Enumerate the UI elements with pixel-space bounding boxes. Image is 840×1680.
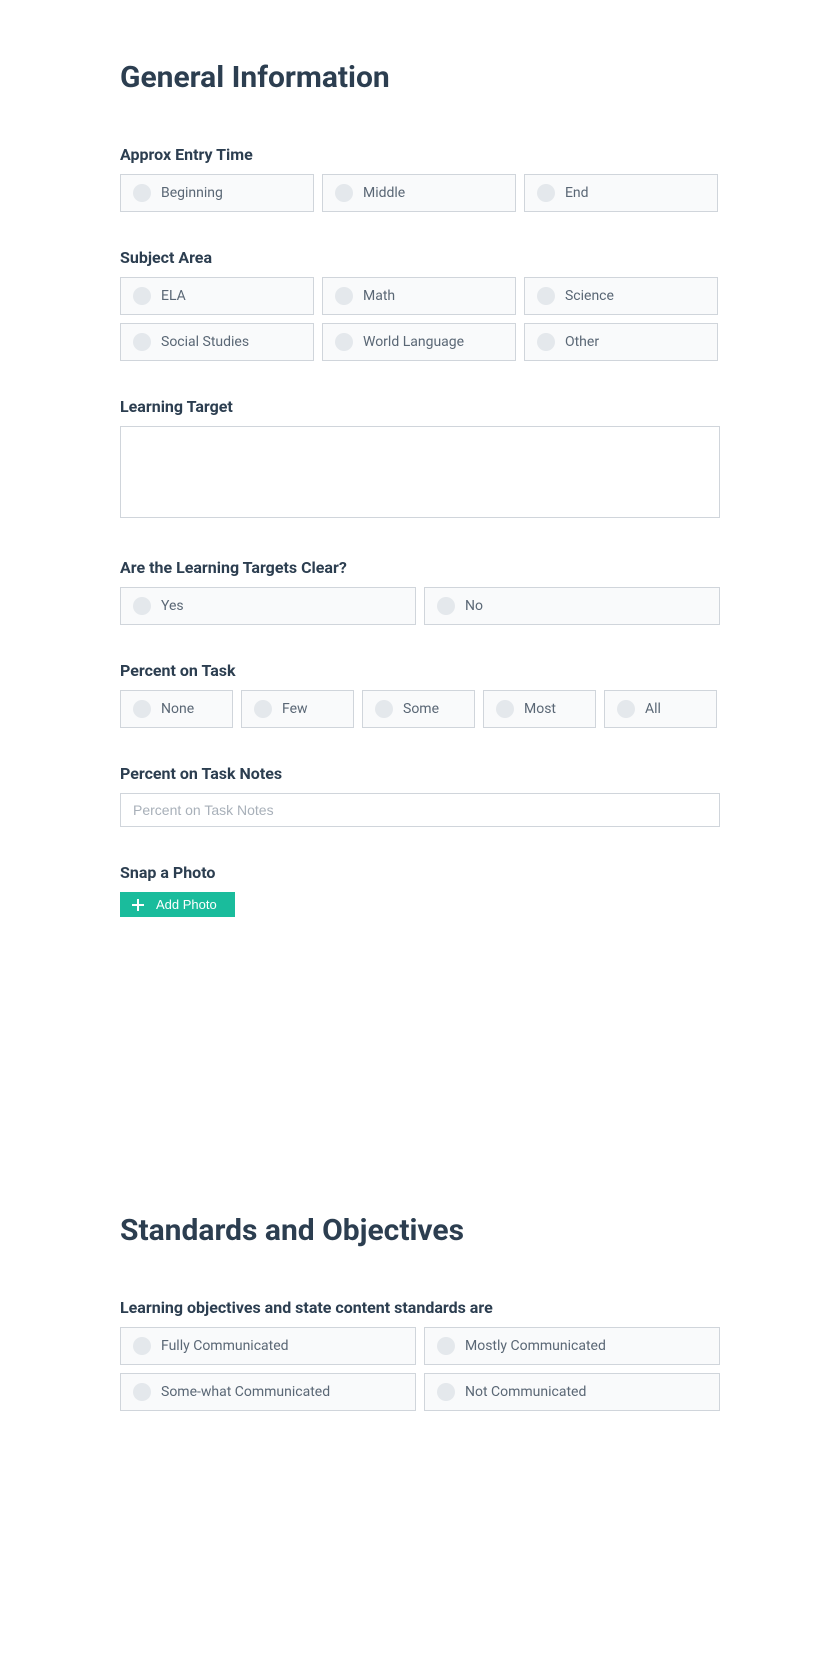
- radio-label: World Language: [363, 334, 464, 350]
- field-learning-objectives: Learning objectives and state content st…: [120, 1298, 720, 1411]
- radio-icon: [437, 1383, 455, 1401]
- radio-obj-fully[interactable]: Fully Communicated: [120, 1327, 416, 1365]
- label-entry-time: Approx Entry Time: [120, 145, 720, 164]
- section-title-standards: Standards and Objectives: [120, 1213, 720, 1248]
- radio-label: Other: [565, 334, 599, 350]
- radio-icon: [437, 597, 455, 615]
- label-percent-on-task: Percent on Task: [120, 661, 720, 680]
- radio-clear-no[interactable]: No: [424, 587, 720, 625]
- radio-icon: [133, 597, 151, 615]
- radio-icon: [335, 287, 353, 305]
- radio-task-some[interactable]: Some: [362, 690, 475, 728]
- radio-obj-somewhat[interactable]: Some-what Communicated: [120, 1373, 416, 1411]
- radio-label: Math: [363, 288, 395, 304]
- radio-icon: [496, 700, 514, 718]
- radio-icon: [133, 1383, 151, 1401]
- add-photo-label: Add Photo: [156, 897, 217, 912]
- label-learning-target: Learning Target: [120, 397, 720, 416]
- radio-label: All: [645, 701, 661, 717]
- radio-label: Not Communicated: [465, 1384, 586, 1400]
- radio-label: Few: [282, 701, 308, 717]
- percent-on-task-notes-input[interactable]: [120, 793, 720, 827]
- radio-subject-social-studies[interactable]: Social Studies: [120, 323, 314, 361]
- radio-label: Some-what Communicated: [161, 1384, 330, 1400]
- radio-icon: [133, 333, 151, 351]
- radio-icon: [537, 287, 555, 305]
- field-entry-time: Approx Entry Time Beginning Middle End: [120, 145, 720, 212]
- radio-label: Science: [565, 288, 614, 304]
- radio-icon: [437, 1337, 455, 1355]
- radio-entry-middle[interactable]: Middle: [322, 174, 516, 212]
- radio-task-few[interactable]: Few: [241, 690, 354, 728]
- label-percent-on-task-notes: Percent on Task Notes: [120, 764, 720, 783]
- radio-subject-other[interactable]: Other: [524, 323, 718, 361]
- radio-entry-end[interactable]: End: [524, 174, 718, 212]
- section-title-general: General Information: [120, 60, 720, 95]
- radio-label: Mostly Communicated: [465, 1338, 606, 1354]
- radio-icon: [133, 184, 151, 202]
- label-snap-photo: Snap a Photo: [120, 863, 720, 882]
- field-percent-on-task-notes: Percent on Task Notes: [120, 764, 720, 827]
- radio-subject-ela[interactable]: ELA: [120, 277, 314, 315]
- radio-icon: [133, 287, 151, 305]
- radio-label: Yes: [161, 598, 184, 614]
- radio-clear-yes[interactable]: Yes: [120, 587, 416, 625]
- radio-label: ELA: [161, 288, 186, 304]
- radio-subject-world-language[interactable]: World Language: [322, 323, 516, 361]
- radio-task-none[interactable]: None: [120, 690, 233, 728]
- radio-icon: [133, 1337, 151, 1355]
- radio-task-most[interactable]: Most: [483, 690, 596, 728]
- radio-label: Social Studies: [161, 334, 249, 350]
- radio-obj-mostly[interactable]: Mostly Communicated: [424, 1327, 720, 1365]
- radio-label: Beginning: [161, 185, 223, 201]
- radio-subject-math[interactable]: Math: [322, 277, 516, 315]
- field-targets-clear: Are the Learning Targets Clear? Yes No: [120, 558, 720, 625]
- radio-label: None: [161, 701, 194, 717]
- radio-obj-not[interactable]: Not Communicated: [424, 1373, 720, 1411]
- radio-label: Fully Communicated: [161, 1338, 289, 1354]
- radio-icon: [133, 700, 151, 718]
- radio-icon: [335, 184, 353, 202]
- radio-label: Middle: [363, 185, 405, 201]
- radio-task-all[interactable]: All: [604, 690, 717, 728]
- field-snap-photo: Snap a Photo Add Photo: [120, 863, 720, 917]
- field-percent-on-task: Percent on Task None Few Some Most All: [120, 661, 720, 728]
- learning-target-textarea[interactable]: [120, 426, 720, 518]
- radio-icon: [537, 333, 555, 351]
- radio-icon: [375, 700, 393, 718]
- field-learning-target: Learning Target: [120, 397, 720, 522]
- field-subject-area: Subject Area ELA Math Science Social Stu…: [120, 248, 720, 361]
- radio-icon: [254, 700, 272, 718]
- radio-icon: [335, 333, 353, 351]
- plus-icon: [132, 899, 144, 911]
- radio-icon: [617, 700, 635, 718]
- radio-label: No: [465, 598, 483, 614]
- radio-subject-science[interactable]: Science: [524, 277, 718, 315]
- label-targets-clear: Are the Learning Targets Clear?: [120, 558, 720, 577]
- add-photo-button[interactable]: Add Photo: [120, 892, 235, 917]
- radio-icon: [537, 184, 555, 202]
- radio-entry-beginning[interactable]: Beginning: [120, 174, 314, 212]
- label-subject-area: Subject Area: [120, 248, 720, 267]
- label-learning-objectives: Learning objectives and state content st…: [120, 1298, 720, 1317]
- radio-label: Some: [403, 701, 439, 717]
- radio-label: Most: [524, 701, 556, 717]
- radio-label: End: [565, 185, 589, 201]
